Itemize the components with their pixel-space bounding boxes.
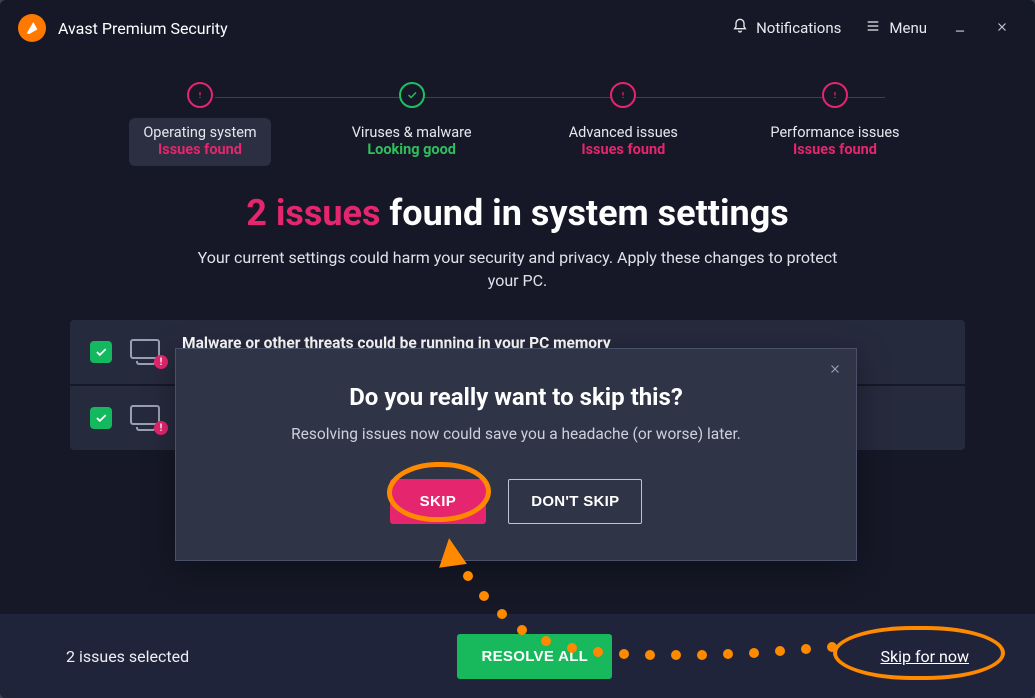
notifications-button[interactable]: Notifications xyxy=(726,14,847,42)
step-advanced-issues[interactable]: Advanced issues Issues found xyxy=(523,82,723,166)
step-labelbox: Viruses & malware Looking good xyxy=(338,118,486,166)
footer-bar: 2 issues selected RESOLVE ALL Skip for n… xyxy=(0,614,1035,698)
dialog-title: Do you really want to skip this? xyxy=(210,383,822,411)
issue-checkbox[interactable] xyxy=(90,341,112,363)
warning-circle-icon xyxy=(187,82,213,108)
scan-steps: Operating system Issues found Viruses & … xyxy=(0,56,1035,166)
step-status: Issues found xyxy=(143,141,256,158)
step-performance-issues[interactable]: Performance issues Issues found xyxy=(735,82,935,166)
window-minimize-button[interactable] xyxy=(945,19,975,38)
step-labelbox: Advanced issues Issues found xyxy=(555,118,692,166)
hamburger-icon xyxy=(865,18,881,38)
step-viruses-malware[interactable]: Viruses & malware Looking good xyxy=(312,82,512,166)
step-title: Advanced issues xyxy=(569,124,678,141)
step-title: Viruses & malware xyxy=(352,124,472,141)
headline-accent: 2 issues xyxy=(246,192,380,234)
step-title: Performance issues xyxy=(770,124,899,141)
step-status: Issues found xyxy=(569,141,678,158)
check-circle-icon xyxy=(399,82,425,108)
pc-alert-icon: ! xyxy=(130,339,164,365)
headline-rest: found in system settings xyxy=(389,192,788,234)
dialog-close-button[interactable] xyxy=(828,361,842,380)
issues-selected-label: 2 issues selected xyxy=(66,647,189,666)
menu-button[interactable]: Menu xyxy=(859,14,933,42)
resolve-all-button[interactable]: RESOLVE ALL xyxy=(457,634,612,679)
warning-circle-icon xyxy=(822,82,848,108)
headline-sub: Your current settings could harm your se… xyxy=(198,246,838,292)
notifications-label: Notifications xyxy=(756,19,841,37)
step-labelbox: Operating system Issues found xyxy=(129,118,270,166)
menu-label: Menu xyxy=(889,19,927,37)
pc-alert-icon: ! xyxy=(130,405,164,431)
headline-title: 2 issues found in system settings xyxy=(0,192,1035,234)
bell-icon xyxy=(732,18,748,38)
app-title: Avast Premium Security xyxy=(58,19,228,38)
avast-logo-icon xyxy=(18,14,46,42)
titlebar: Avast Premium Security Notifications Men… xyxy=(0,0,1035,56)
skip-confirm-dialog: Do you really want to skip this? Resolvi… xyxy=(175,348,857,561)
window-close-button[interactable] xyxy=(987,19,1017,38)
headline-area: 2 issues found in system settings Your c… xyxy=(0,192,1035,292)
dialog-skip-button[interactable]: SKIP xyxy=(390,479,487,524)
step-labelbox: Performance issues Issues found xyxy=(756,118,913,166)
step-title: Operating system xyxy=(143,124,256,141)
skip-for-now-link[interactable]: Skip for now xyxy=(880,647,969,666)
dialog-actions: SKIP DON'T SKIP xyxy=(210,479,822,524)
step-status: Issues found xyxy=(770,141,899,158)
dialog-dont-skip-button[interactable]: DON'T SKIP xyxy=(508,479,642,524)
warning-circle-icon xyxy=(610,82,636,108)
step-status: Looking good xyxy=(352,141,472,158)
step-operating-system[interactable]: Operating system Issues found xyxy=(100,82,300,166)
app-window: Avast Premium Security Notifications Men… xyxy=(0,0,1035,698)
issue-checkbox[interactable] xyxy=(90,407,112,429)
dialog-body: Resolving issues now could save you a he… xyxy=(210,425,822,443)
